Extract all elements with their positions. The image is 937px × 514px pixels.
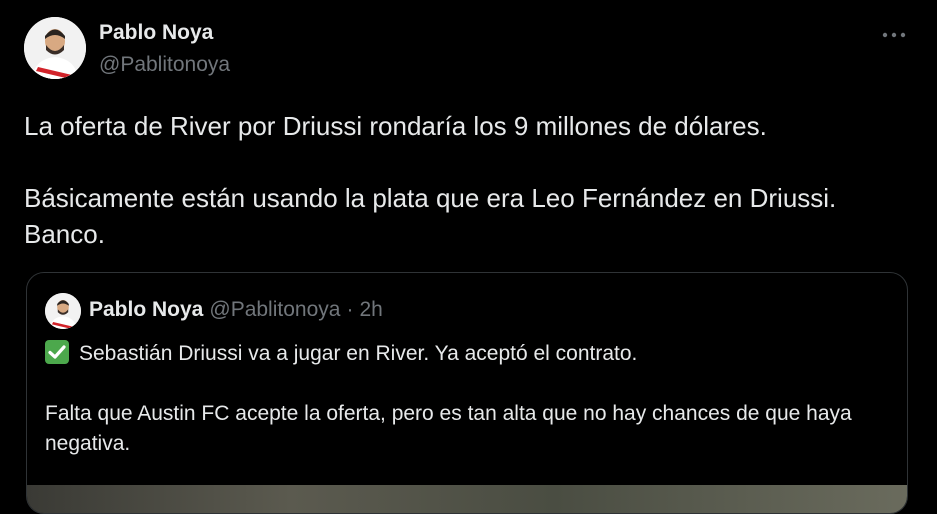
avatar-photo xyxy=(24,17,86,79)
quoted-author-handle[interactable]: @Pablitonoya xyxy=(209,298,340,322)
separator-dot: · xyxy=(346,298,354,321)
tweet-text: La oferta de River por Driussi rondaría … xyxy=(24,108,904,252)
author-handle[interactable]: @Pablitonoya xyxy=(99,53,230,77)
check-mark-button-icon xyxy=(45,340,69,364)
quoted-paragraph-text: Sebastián Driussi va a jugar en River. Y… xyxy=(79,342,638,365)
tweet-paragraph: Básicamente están usando la plata que er… xyxy=(24,183,837,249)
quoted-author-name[interactable]: Pablo Noya xyxy=(89,298,203,322)
tweet-paragraph: La oferta de River por Driussi rondaría … xyxy=(24,111,767,141)
quoted-media-image[interactable] xyxy=(27,485,907,513)
avatar[interactable] xyxy=(24,17,86,79)
quoted-tweet[interactable]: Pablo Noya @Pablitonoya · 2h Sebastián D… xyxy=(26,272,908,514)
more-options-button[interactable] xyxy=(878,20,910,50)
quoted-paragraph: Sebastián Driussi va a jugar en River. Y… xyxy=(45,339,895,369)
quoted-timestamp[interactable]: 2h xyxy=(359,298,382,322)
quoted-paragraph: Falta que Austin FC acepte la oferta, pe… xyxy=(45,402,852,455)
quoted-header: Pablo Noya @Pablitonoya · 2h xyxy=(89,298,383,322)
avatar-photo xyxy=(45,293,81,329)
quoted-text: Sebastián Driussi va a jugar en River. Y… xyxy=(45,339,895,459)
quoted-avatar[interactable] xyxy=(45,293,81,329)
author-name[interactable]: Pablo Noya xyxy=(99,21,213,45)
more-horizontal-icon xyxy=(882,32,906,38)
